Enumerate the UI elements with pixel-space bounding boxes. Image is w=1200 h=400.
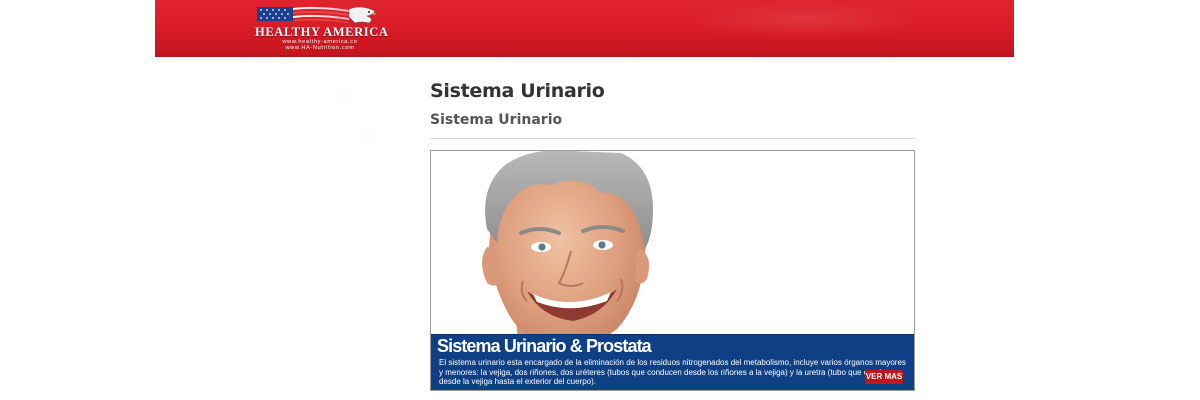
decorative-dot	[367, 135, 369, 137]
site-logo[interactable]: HEALTHY AMERICA www.healthy-america.co w…	[255, 3, 389, 51]
header-highlight	[684, 0, 924, 40]
page-title: Sistema Urinario	[430, 80, 605, 102]
page-subtitle: Sistema Urinario	[430, 112, 563, 128]
logo-url-secondary: www.HA-Nutrition.com	[285, 45, 355, 51]
title-divider	[430, 138, 915, 139]
banner-heading: Sistema Urinario & Prostata	[437, 336, 652, 356]
banner-description: El sistema urinario esta encargado de la…	[439, 358, 906, 387]
ver-mas-button[interactable]: VER MAS	[865, 370, 903, 384]
us-flag-eagle-icon	[257, 6, 377, 24]
decorative-dot	[343, 95, 345, 97]
category-banner[interactable]: Sistema Urinario & Prostata El sistema u…	[430, 150, 915, 391]
page: HEALTHY AMERICA www.healthy-america.co w…	[0, 0, 1200, 400]
logo-wordmark: HEALTHY AMERICA	[255, 25, 389, 39]
banner-caption: Sistema Urinario & Prostata El sistema u…	[431, 334, 914, 390]
